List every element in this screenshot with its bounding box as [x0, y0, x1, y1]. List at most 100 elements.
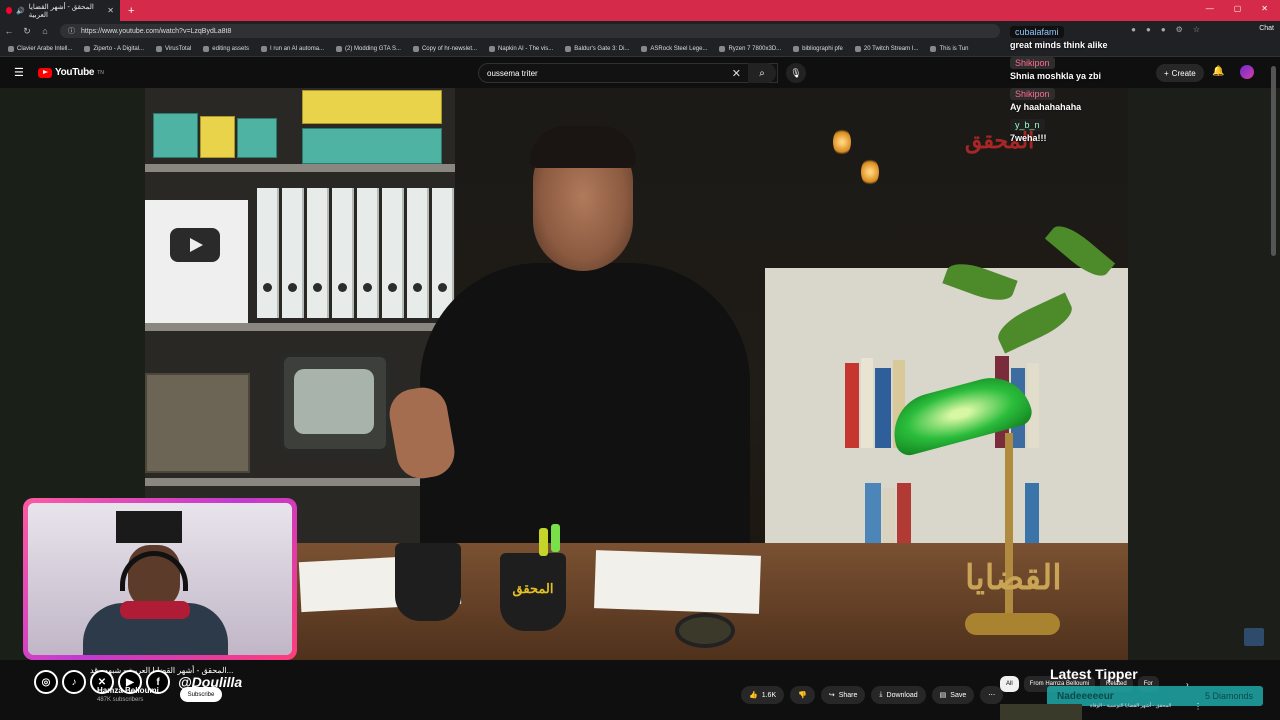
search-input[interactable]: oussema triter ✕: [478, 63, 778, 83]
home-icon[interactable]: ⌂: [36, 26, 54, 36]
share-icon: ↪: [828, 692, 835, 699]
hanging-bulb: [833, 128, 851, 156]
chat-message: Shikipon Ay haahahahaha: [1010, 84, 1150, 112]
url-field[interactable]: ⓘ https://www.youtube.com/watch?v=LzqByd…: [60, 24, 1000, 38]
vintage-radio: [145, 373, 250, 473]
bookmark-item[interactable]: Napkin AI - The vis...: [485, 45, 557, 52]
video-actions: 👍 1.6K 👎 ↪ Share ⤓ Download ▤ Save ⋯: [741, 686, 1004, 704]
silver-play-button-award: [145, 200, 248, 328]
streamer-scarf: [120, 601, 190, 619]
thumbs-down-icon: 👎: [798, 692, 807, 699]
pen-cup: المحقق: [500, 553, 566, 631]
bookmark-item[interactable]: Ziperto - A Digital...: [80, 45, 148, 52]
black-cup: [395, 543, 461, 621]
chat-text: Shnia moshkla ya zbi: [1010, 71, 1102, 81]
bookmark-icon: [156, 45, 163, 52]
account-avatar[interactable]: [1240, 65, 1254, 79]
bookmark-item[interactable]: Copy of hr-newslet...: [409, 45, 481, 52]
folder-icon: [793, 45, 800, 52]
yellow-box: [200, 116, 235, 158]
presenter-body: [420, 263, 750, 563]
bookmark-icon: [336, 45, 343, 52]
related-video-thumbnail[interactable]: [1000, 704, 1082, 720]
vintage-tv: [280, 353, 390, 453]
maximize-icon[interactable]: ▢: [1234, 4, 1242, 13]
instagram-icon: ◎: [34, 670, 58, 694]
wall-poster: [116, 511, 182, 543]
create-button[interactable]: + Create: [1156, 64, 1204, 82]
speaker-icon[interactable]: 🔊: [16, 7, 25, 15]
chat-text: Ay haahahahaha: [1010, 102, 1082, 112]
related-video-title[interactable]: المحقق - أشهر القضايا التونسية - الوفاة: [1090, 703, 1171, 709]
chat-username: y_b_n: [1010, 119, 1045, 131]
voice-search-button[interactable]: 🎙: [786, 63, 806, 83]
back-icon[interactable]: ←: [0, 26, 18, 36]
stream-chat-overlay: cubalafami great minds think alike Shiki…: [1010, 22, 1150, 146]
channel-name[interactable]: Hamza Belloumi: [97, 686, 159, 695]
binder: [332, 188, 354, 318]
more-vert-icon[interactable]: ⋮: [1194, 702, 1202, 711]
site-info-icon[interactable]: ⓘ: [68, 26, 75, 36]
search-icon: ⌕: [759, 67, 765, 79]
bookmark-item[interactable]: I run an AI automa...: [257, 45, 328, 52]
reload-icon[interactable]: ↻: [18, 26, 36, 37]
tipper-amount: 5 Diamonds: [1204, 691, 1253, 701]
bookmark-star-icon[interactable]: ☆: [1193, 25, 1200, 34]
bookmark-item[interactable]: bibliographi pfe: [789, 45, 847, 52]
teal-box: [237, 118, 277, 158]
folder-icon: [203, 45, 210, 52]
webcam-feed: [28, 503, 292, 655]
menu-icon[interactable]: ☰: [14, 66, 24, 79]
chat-message: Shikipon Shnia moshkla ya zbi: [1010, 53, 1150, 81]
save-button[interactable]: ▤ Save: [931, 686, 975, 704]
bookmark-icon: [412, 45, 419, 52]
close-tab-icon[interactable]: ✕: [107, 6, 114, 15]
youtube-logo[interactable]: YouTube TN: [38, 67, 104, 78]
country-code: TN: [97, 69, 104, 76]
shelf-board: [145, 323, 455, 331]
scrollbar[interactable]: [1271, 66, 1276, 256]
paper-sheet: [594, 550, 761, 614]
minimize-icon[interactable]: —: [1206, 4, 1214, 13]
bookmark-item[interactable]: Clavier Arabe Intell...: [4, 45, 76, 52]
youtube-favicon-icon: [6, 7, 13, 14]
teal-box: [302, 128, 442, 164]
dislike-button[interactable]: 👎: [790, 686, 815, 704]
bookmark-item[interactable]: VirusTotal: [152, 45, 195, 52]
shelf-board: [145, 478, 455, 486]
bookmark-item[interactable]: Ryzen 7 7800x3D...: [715, 45, 785, 52]
presenter-hair: [530, 126, 636, 168]
bookmark-item[interactable]: This is Tun: [926, 45, 972, 52]
window-controls: — ▢ ✕: [1206, 4, 1268, 13]
player-corner-button[interactable]: [1244, 628, 1264, 646]
bookmark-item[interactable]: 20 Twitch Stream I...: [851, 45, 923, 52]
binder: [432, 188, 454, 318]
youtube-play-icon: [38, 67, 52, 78]
download-button[interactable]: ⤓ Download: [871, 686, 926, 704]
thumbs-up-icon: 👍: [749, 692, 758, 699]
hanging-bulb: [861, 158, 879, 186]
highlighter: [551, 524, 560, 552]
subscribe-button[interactable]: Subscribe: [180, 687, 222, 702]
like-button[interactable]: 👍 1.6K: [741, 686, 785, 704]
browser-tab[interactable]: 🔊 المحقق - أشهر القضايا العربية ✕: [0, 0, 120, 21]
extension-icon[interactable]: ●: [1161, 25, 1166, 34]
chat-username: Shikipon: [1010, 57, 1055, 69]
bookmark-item[interactable]: ASRock Steel Lege...: [637, 45, 711, 52]
chip-all[interactable]: All: [1000, 676, 1019, 692]
share-button[interactable]: ↪ Share: [820, 686, 866, 704]
tv-screen: [294, 369, 374, 434]
tipper-name: Nadeeeeeur: [1057, 690, 1114, 702]
close-window-icon[interactable]: ✕: [1261, 4, 1268, 13]
bookmark-item[interactable]: editing assets: [199, 45, 253, 52]
search-button[interactable]: ⌕: [748, 63, 776, 83]
bookmark-item[interactable]: Baldur's Gate 3: Di...: [561, 45, 633, 52]
new-tab-button[interactable]: +: [128, 5, 134, 17]
chat-button[interactable]: Chat: [1259, 25, 1274, 32]
bookmark-icon: [489, 45, 495, 52]
clear-search-icon[interactable]: ✕: [732, 67, 741, 80]
notifications-bell-icon[interactable]: 🔔: [1212, 66, 1224, 77]
bookmark-icon: [8, 45, 14, 52]
extension-icon[interactable]: ⚙: [1176, 25, 1183, 34]
bookmark-item[interactable]: (2) Modding GTA S...: [332, 45, 405, 52]
